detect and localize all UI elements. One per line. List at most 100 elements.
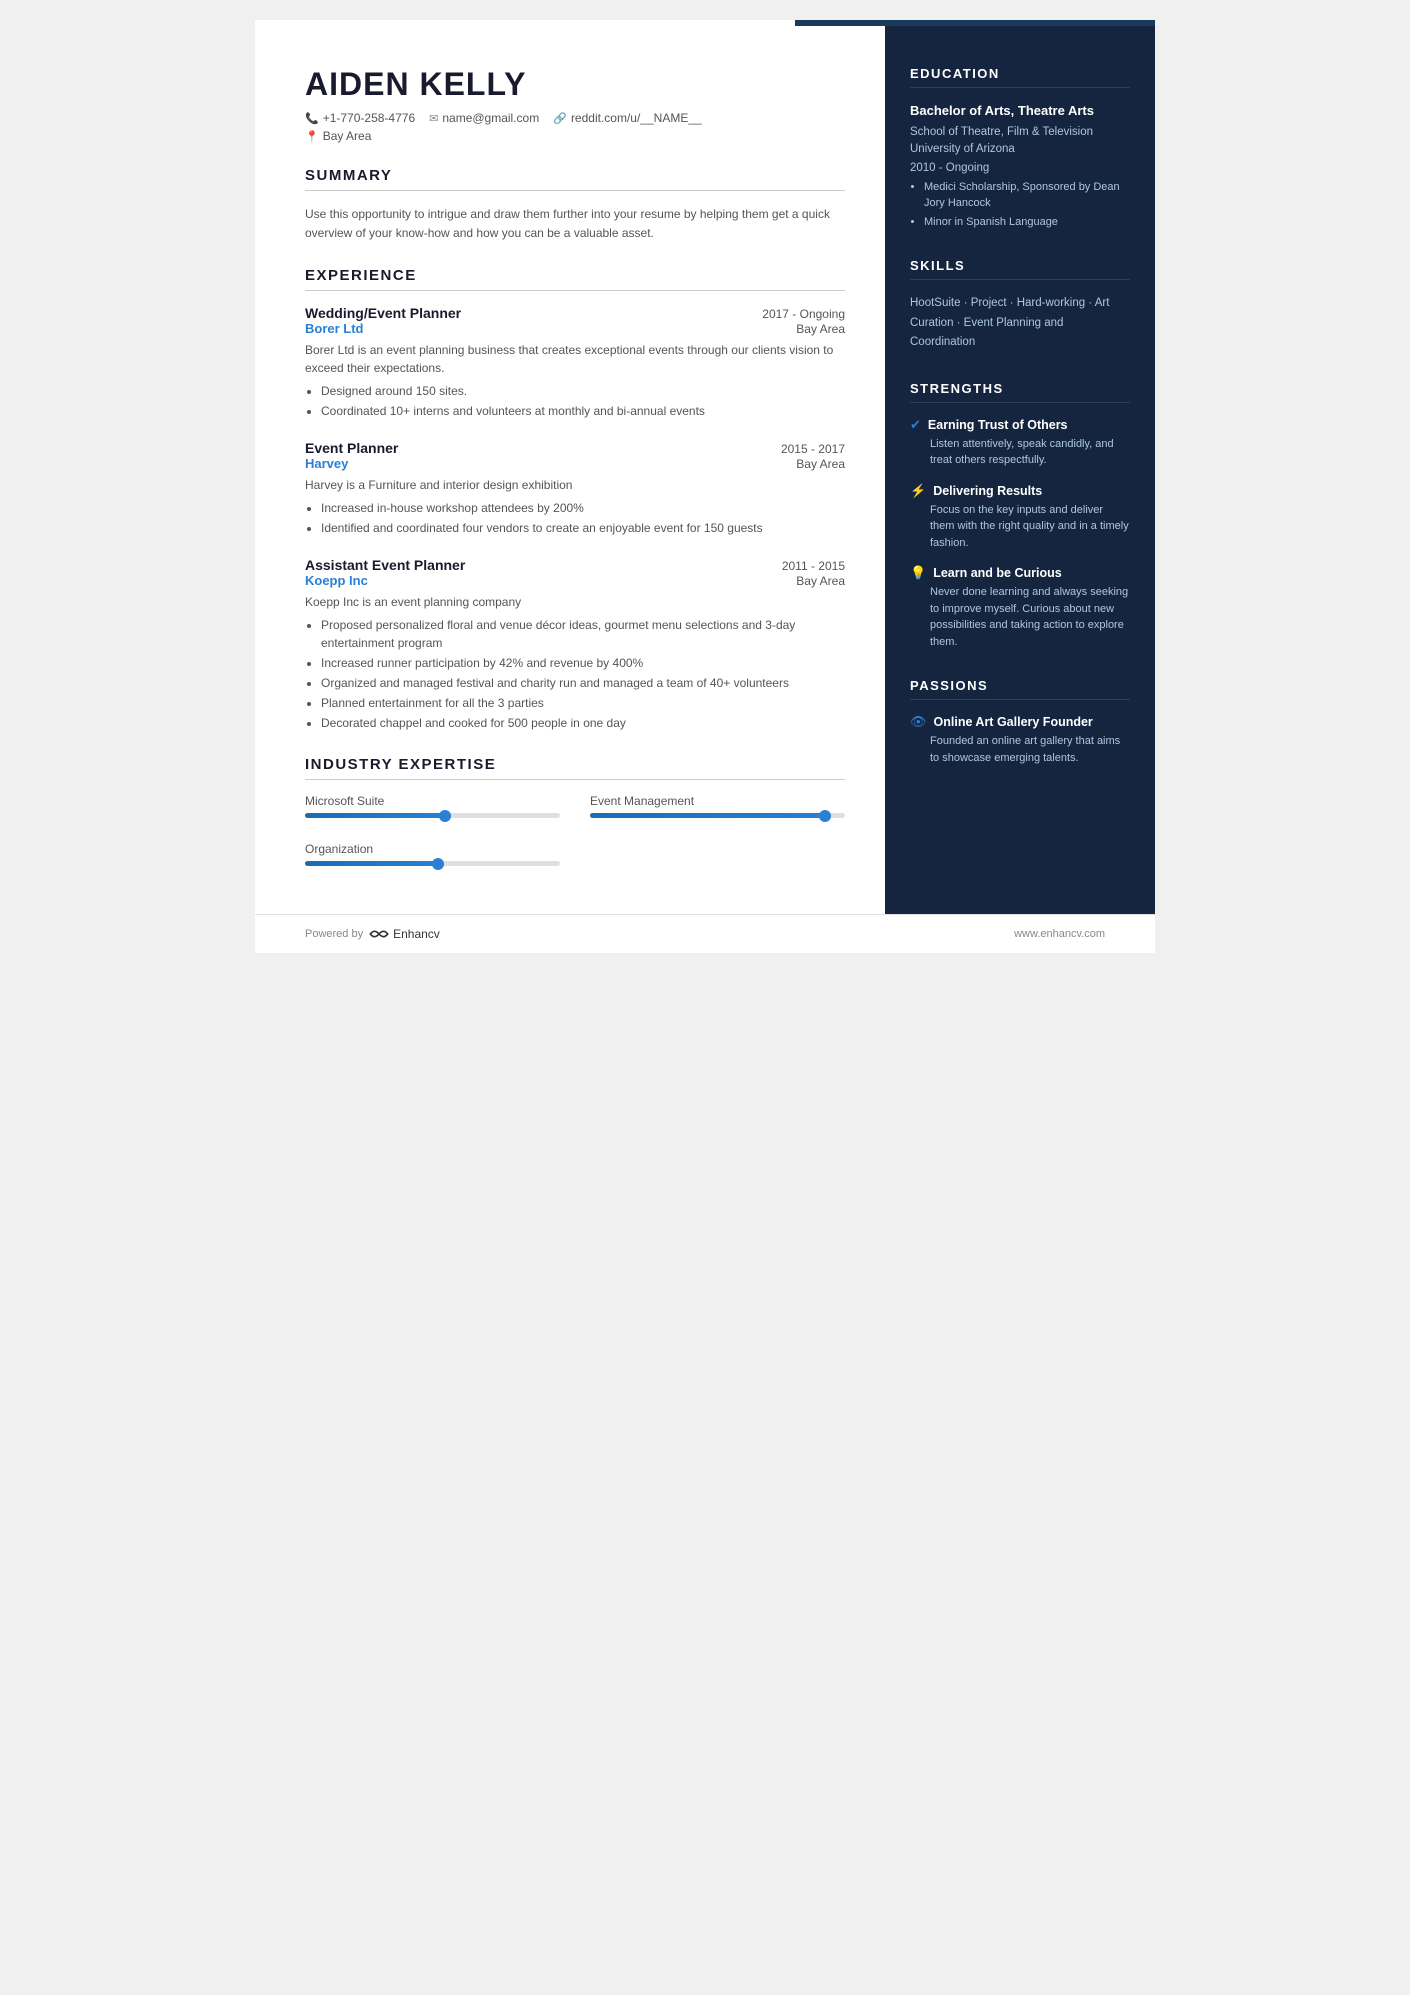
passion-item-1: 👁 Online Art Gallery Founder Founded an … bbox=[910, 714, 1130, 766]
email-item: ✉ name@gmail.com bbox=[429, 111, 539, 125]
job-bullets-2: Increased in-house workshop attendees by… bbox=[305, 499, 845, 537]
education-section: EDUCATION Bachelor of Arts, Theatre Arts… bbox=[910, 66, 1130, 230]
job-dates-1: 2017 - Ongoing bbox=[762, 307, 845, 321]
strength-title-line-2: ⚡ Delivering Results bbox=[910, 483, 1130, 499]
job-desc-2: Harvey is a Furniture and interior desig… bbox=[305, 476, 845, 494]
skills-text: HootSuite · Project · Hard-working · Art… bbox=[910, 294, 1130, 353]
expertise-label-2: Event Management bbox=[590, 794, 845, 808]
location-text: Bay Area bbox=[323, 129, 372, 143]
job-desc-1: Borer Ltd is an event planning business … bbox=[305, 341, 845, 377]
job-title-1: Wedding/Event Planner bbox=[305, 305, 461, 321]
name-section: AIDEN KELLY 📞 +1-770-258-4776 ✉ name@gma… bbox=[305, 66, 845, 143]
bullet-2-2: Identified and coordinated four vendors … bbox=[321, 519, 845, 537]
job-bullets-3: Proposed personalized floral and venue d… bbox=[305, 616, 845, 732]
bullet-2-1: Increased in-house workshop attendees by… bbox=[321, 499, 845, 517]
location-icon: 📍 bbox=[305, 130, 319, 143]
job-block-1: Wedding/Event Planner 2017 - Ongoing Bor… bbox=[305, 305, 845, 420]
edu-bullets: Medici Scholarship, Sponsored by Dean Jo… bbox=[910, 179, 1130, 231]
edu-school: School of Theatre, Film & Television Uni… bbox=[910, 124, 1130, 159]
expertise-dot-1 bbox=[439, 810, 451, 822]
education-header: EDUCATION bbox=[910, 66, 1130, 88]
expertise-track-2 bbox=[590, 813, 845, 818]
passions-header: PASSIONS bbox=[910, 678, 1130, 700]
job-dates-3: 2011 - 2015 bbox=[782, 559, 845, 573]
reddit-item: 🔗 reddit.com/u/__NAME__ bbox=[553, 111, 701, 125]
phone-icon: 📞 bbox=[305, 112, 319, 125]
strengths-section: STRENGTHS ✔ Earning Trust of Others List… bbox=[910, 381, 1130, 651]
company-name-3: Koepp Inc bbox=[305, 573, 368, 588]
reddit-text: reddit.com/u/__NAME__ bbox=[571, 111, 702, 125]
expertise-fill-1 bbox=[305, 813, 445, 818]
expertise-label-1: Microsoft Suite bbox=[305, 794, 560, 808]
strength-item-3: 💡 Learn and be Curious Never done learni… bbox=[910, 565, 1130, 650]
job-title-2: Event Planner bbox=[305, 440, 398, 456]
strength-title-line-1: ✔ Earning Trust of Others bbox=[910, 417, 1130, 433]
brand-name: Enhancv bbox=[393, 927, 440, 941]
job-block-2: Event Planner 2015 - 2017 Harvey Bay Are… bbox=[305, 440, 845, 537]
skills-header: SKILLS bbox=[910, 258, 1130, 280]
expertise-fill-2 bbox=[590, 813, 825, 818]
strength-title-2: Delivering Results bbox=[933, 484, 1042, 498]
edu-degree: Bachelor of Arts, Theatre Arts bbox=[910, 102, 1130, 120]
strength-title-3: Learn and be Curious bbox=[933, 566, 1062, 580]
company-name-1: Borer Ltd bbox=[305, 321, 364, 336]
logo-svg bbox=[369, 927, 389, 941]
expertise-item-1: Microsoft Suite bbox=[305, 794, 560, 818]
expertise-dot-3 bbox=[432, 858, 444, 870]
job-header-2: Event Planner 2015 - 2017 bbox=[305, 440, 845, 456]
expertise-track-1 bbox=[305, 813, 560, 818]
expertise-dot-2 bbox=[819, 810, 831, 822]
expertise-item-3: Organization bbox=[305, 842, 560, 866]
summary-header: SUMMARY bbox=[305, 167, 845, 191]
experience-header: EXPERIENCE bbox=[305, 267, 845, 291]
job-location-3: Bay Area bbox=[796, 574, 845, 588]
job-block-3: Assistant Event Planner 2011 - 2015 Koep… bbox=[305, 557, 845, 732]
company-line-3: Koepp Inc Bay Area bbox=[305, 573, 845, 588]
strength-item-1: ✔ Earning Trust of Others Listen attenti… bbox=[910, 417, 1130, 469]
job-header-1: Wedding/Event Planner 2017 - Ongoing bbox=[305, 305, 845, 321]
strength-title-line-3: 💡 Learn and be Curious bbox=[910, 565, 1130, 581]
job-header-3: Assistant Event Planner 2011 - 2015 bbox=[305, 557, 845, 573]
strength-item-2: ⚡ Delivering Results Focus on the key in… bbox=[910, 483, 1130, 552]
bullet-3-3: Organized and managed festival and chari… bbox=[321, 674, 845, 692]
candidate-name: AIDEN KELLY bbox=[305, 66, 845, 103]
enhancv-logo: Enhancv bbox=[369, 927, 440, 941]
job-dates-2: 2015 - 2017 bbox=[781, 442, 845, 456]
powered-by-text: Powered by bbox=[305, 928, 363, 940]
contact-line: 📞 +1-770-258-4776 ✉ name@gmail.com 🔗 red… bbox=[305, 111, 845, 125]
strength-icon-2: ⚡ bbox=[910, 483, 926, 499]
passions-section: PASSIONS 👁 Online Art Gallery Founder Fo… bbox=[910, 678, 1130, 766]
email-icon: ✉ bbox=[429, 112, 438, 125]
passion-title-line-1: 👁 Online Art Gallery Founder bbox=[910, 714, 1130, 730]
company-name-2: Harvey bbox=[305, 456, 348, 471]
passion-title-1: Online Art Gallery Founder bbox=[934, 715, 1093, 729]
bullet-3-1: Proposed personalized floral and venue d… bbox=[321, 616, 845, 652]
strength-desc-1: Listen attentively, speak candidly, and … bbox=[910, 436, 1130, 469]
job-location-1: Bay Area bbox=[796, 322, 845, 336]
strength-icon-1: ✔ bbox=[910, 417, 921, 433]
location-line: 📍 Bay Area bbox=[305, 129, 845, 143]
footer-website: www.enhancv.com bbox=[1014, 928, 1105, 940]
main-body: AIDEN KELLY 📞 +1-770-258-4776 ✉ name@gma… bbox=[255, 26, 1155, 914]
company-line-2: Harvey Bay Area bbox=[305, 456, 845, 471]
job-bullets-1: Designed around 150 sites. Coordinated 1… bbox=[305, 382, 845, 420]
email-text: name@gmail.com bbox=[442, 111, 539, 125]
edu-dates: 2010 - Ongoing bbox=[910, 162, 1130, 174]
edu-bullet-1: Medici Scholarship, Sponsored by Dean Jo… bbox=[924, 179, 1130, 212]
strength-desc-3: Never done learning and always seeking t… bbox=[910, 584, 1130, 650]
expertise-header: INDUSTRY EXPERTISE bbox=[305, 756, 845, 780]
passion-icon-1: 👁 bbox=[910, 714, 927, 730]
edu-bullet-2: Minor in Spanish Language bbox=[924, 214, 1130, 231]
expertise-fill-3 bbox=[305, 861, 438, 866]
footer: Powered by Enhancv www.enhancv.com bbox=[255, 914, 1155, 953]
bullet-3-2: Increased runner participation by 42% an… bbox=[321, 654, 845, 672]
summary-text: Use this opportunity to intrigue and dra… bbox=[305, 205, 845, 243]
job-location-2: Bay Area bbox=[796, 457, 845, 471]
passion-desc-1: Founded an online art gallery that aims … bbox=[910, 733, 1130, 766]
bullet-3-5: Decorated chappel and cooked for 500 peo… bbox=[321, 714, 845, 732]
expertise-label-3: Organization bbox=[305, 842, 560, 856]
strength-icon-3: 💡 bbox=[910, 565, 926, 581]
phone-item: 📞 +1-770-258-4776 bbox=[305, 111, 415, 125]
skills-section: SKILLS HootSuite · Project · Hard-workin… bbox=[910, 258, 1130, 353]
strength-title-1: Earning Trust of Others bbox=[928, 418, 1068, 432]
